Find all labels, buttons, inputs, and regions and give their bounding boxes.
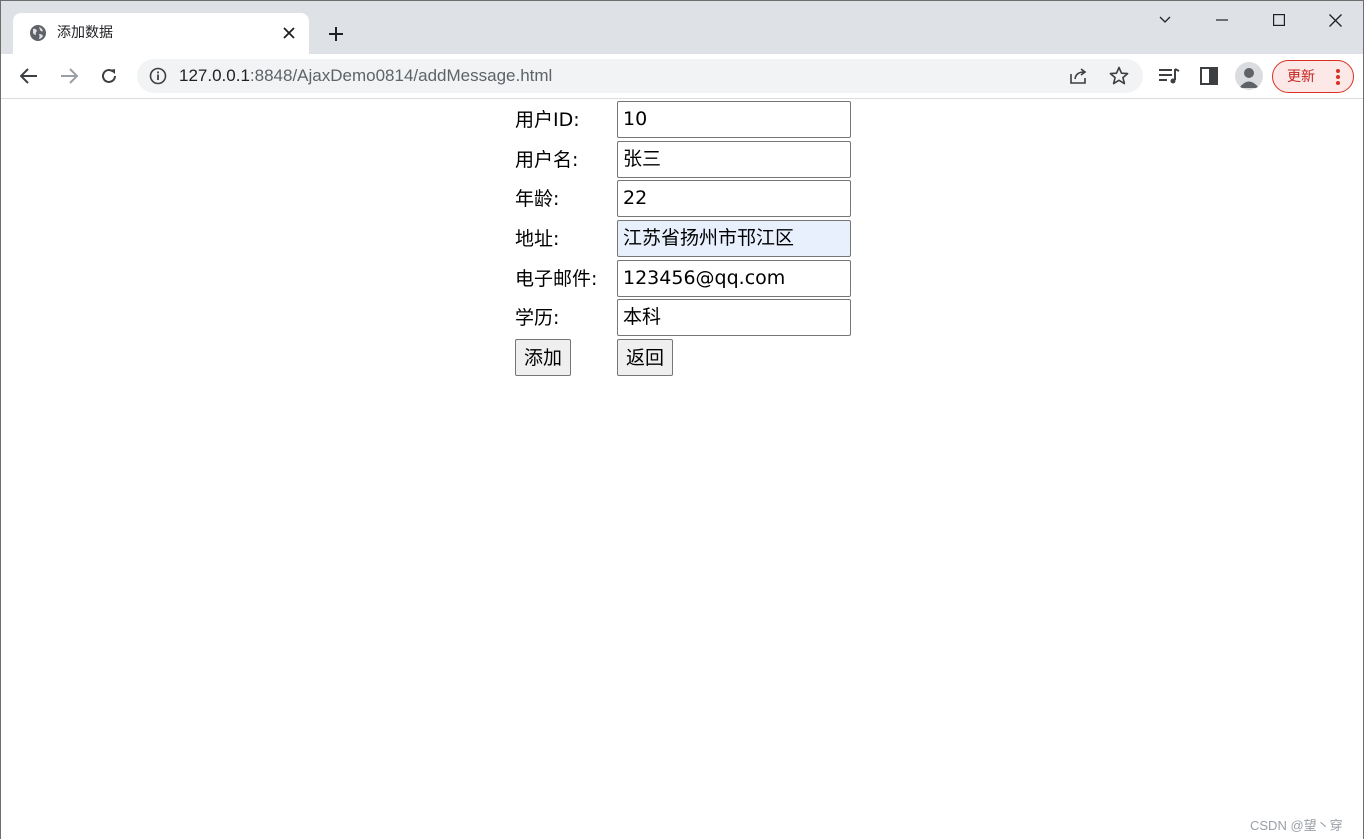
username-input[interactable]: 张三 <box>617 141 851 178</box>
email-input[interactable]: 123456@qq.com <box>617 260 851 297</box>
user-id-input[interactable]: 10 <box>617 101 851 138</box>
minimize-icon[interactable] <box>1194 1 1250 39</box>
username-label: 用户名: <box>515 149 579 171</box>
globe-icon <box>29 24 47 42</box>
share-icon[interactable] <box>1069 66 1089 86</box>
page-content: 用户ID: 10 用户名: 张三 年龄: 22 地址: 江苏省扬州市邗江区 电子… <box>1 100 1363 839</box>
back-button[interactable]: 返回 <box>617 339 674 376</box>
side-panel-icon[interactable] <box>1198 65 1220 87</box>
tab-strip: 添加数据 <box>1 1 1363 54</box>
url-path: :8848/AjaxDemo0814/addMessage.html <box>249 66 553 85</box>
browser-toolbar: 127.0.0.1:8848/AjaxDemo0814/addMessage.h… <box>1 54 1363 99</box>
maximize-icon[interactable] <box>1251 1 1307 39</box>
back-arrow-icon[interactable] <box>15 62 43 90</box>
url-text: 127.0.0.1:8848/AjaxDemo0814/addMessage.h… <box>179 66 552 86</box>
url-host: 127.0.0.1 <box>179 66 250 85</box>
reload-icon[interactable] <box>95 62 123 90</box>
address-label: 地址: <box>515 228 560 250</box>
age-label: 年龄: <box>515 188 560 210</box>
forward-arrow-icon[interactable] <box>55 62 83 90</box>
info-icon[interactable] <box>149 67 167 85</box>
close-icon[interactable] <box>1307 1 1363 39</box>
tab-close-icon[interactable] <box>279 23 299 43</box>
tab-title: 添加数据 <box>57 25 113 41</box>
email-label: 电子邮件: <box>515 268 598 290</box>
user-id-label: 用户ID: <box>515 109 580 131</box>
address-input[interactable]: 江苏省扬州市邗江区 <box>617 220 851 257</box>
age-input[interactable]: 22 <box>617 180 851 217</box>
more-vertical-icon <box>1335 68 1341 86</box>
add-button[interactable]: 添加 <box>515 339 572 376</box>
education-input[interactable]: 本科 <box>617 299 851 336</box>
address-bar[interactable]: 127.0.0.1:8848/AjaxDemo0814/addMessage.h… <box>137 59 1143 93</box>
chevron-down-icon[interactable] <box>1137 1 1193 39</box>
update-label: 更新 <box>1287 69 1315 85</box>
reading-list-icon[interactable] <box>1158 65 1180 87</box>
watermark: CSDN @望丶穿 <box>1250 818 1343 833</box>
browser-tab[interactable]: 添加数据 <box>13 13 309 54</box>
browser-window: 添加数据 127.0.0.1:8848/AjaxDemo0814/addMess… <box>0 0 1364 839</box>
profile-icon[interactable] <box>1235 62 1263 90</box>
update-button[interactable]: 更新 <box>1272 60 1354 93</box>
star-icon[interactable] <box>1109 66 1129 86</box>
plus-icon[interactable] <box>323 21 349 47</box>
education-label: 学历: <box>515 307 560 329</box>
